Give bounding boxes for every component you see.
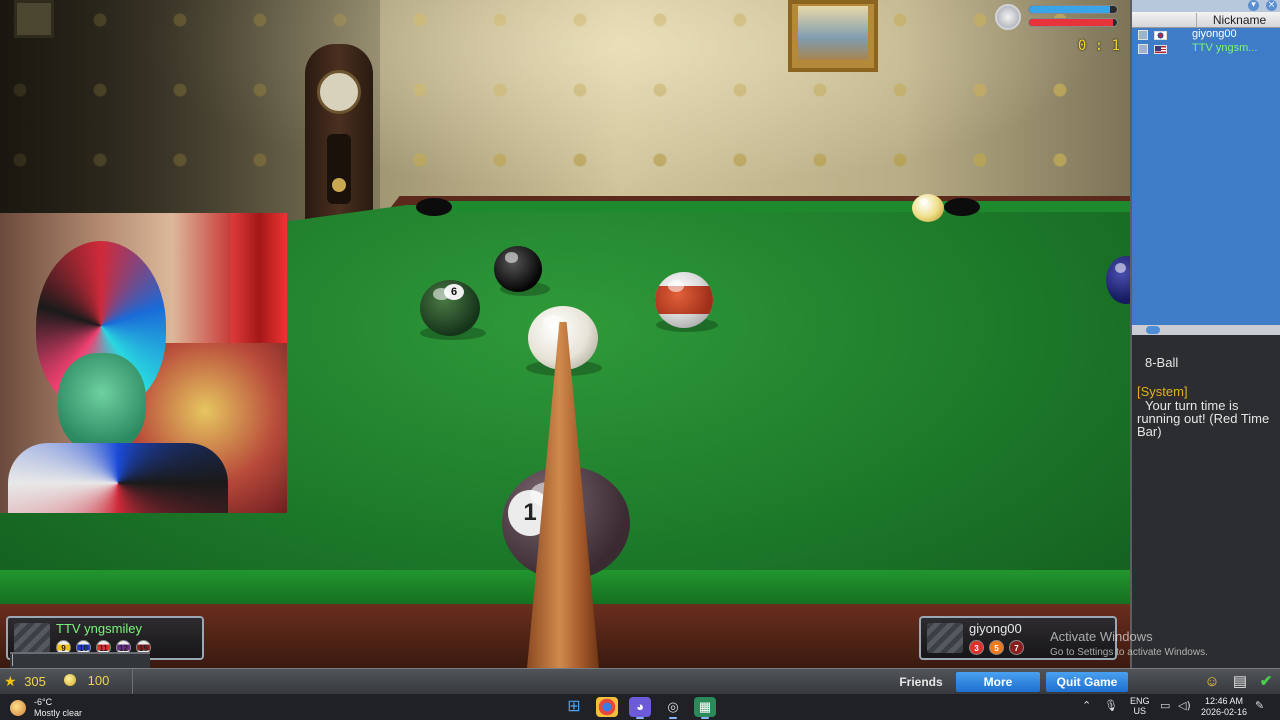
activation-watermark: Activate Windows Go to Settings to activ… (1050, 629, 1208, 658)
splitter-grip[interactable] (1146, 326, 1160, 334)
chevron-up-icon[interactable]: ⌃ (1082, 699, 1091, 712)
user-icon (1138, 30, 1148, 40)
pool-table-scene[interactable]: 6 1 0 : 1 TTV yngsmiley 9 10 11 12 15 gi… (0, 0, 1130, 668)
chat-log: 8-Ball [System] Your turn time is runnin… (1132, 335, 1280, 655)
more-button[interactable]: More (956, 672, 1040, 692)
chat-input[interactable] (10, 652, 150, 668)
player-nickname: giyong00 (1192, 28, 1237, 40)
app-icon[interactable]: ◎ (662, 697, 684, 719)
clock-date: 2026-02-16 (1200, 707, 1248, 717)
temperature: -6°C (34, 697, 53, 707)
clock-time: 12:46 AM (1204, 696, 1244, 706)
player-list[interactable]: giyong00 TTV yngsm... (1132, 28, 1280, 325)
ball-chip-3: 3 (969, 640, 984, 655)
system-tag: [System] (1137, 384, 1188, 399)
red-stripe-ball (655, 272, 713, 328)
coins-count: 100 (87, 673, 110, 688)
user-icon (1138, 44, 1148, 54)
pocket (944, 198, 980, 216)
chat-room-name: 8-Ball (1145, 355, 1179, 370)
chat-bubble-icon[interactable]: ▤ (1230, 672, 1250, 692)
minimize-icon[interactable]: ▾ (1248, 0, 1259, 11)
panel-splitter[interactable] (1132, 325, 1280, 335)
coin-icon (64, 674, 76, 686)
game-bottom-bar: ★ 305 100 Friends More Quit Game ☺ ▤ ✔ (0, 668, 1280, 695)
avatar (927, 623, 963, 653)
pocket (416, 198, 452, 216)
system-clock[interactable]: 12:46 AM 2026-02-16 (1196, 696, 1252, 718)
stars-count: 305 (24, 674, 46, 689)
watermark-title: Activate Windows (1050, 629, 1153, 644)
flag-kr-icon (1154, 31, 1167, 40)
nickname-column-header[interactable]: Nickname (1196, 13, 1280, 27)
chrome-icon[interactable] (596, 697, 618, 717)
ball-chip-5: 5 (989, 640, 1004, 655)
volume-icon[interactable]: ◁) (1178, 699, 1191, 712)
region-code: US (1133, 706, 1147, 716)
wall-painting (788, 0, 878, 72)
game-window: 6 1 0 : 1 TTV yngsmiley 9 10 11 12 15 gi… (0, 0, 1280, 720)
network-icon[interactable]: ▭ (1160, 699, 1170, 712)
start-icon[interactable]: ⊞ (563, 697, 585, 717)
player-list-header[interactable]: Nickname (1132, 12, 1280, 28)
ball-chip-7: 7 (1009, 640, 1024, 655)
send-check-icon[interactable]: ✔ (1256, 672, 1276, 692)
stars-display: ★ 305 (4, 673, 46, 690)
emoticon-icon[interactable]: ☺ (1202, 672, 1222, 692)
coins-display: 100 (64, 673, 109, 688)
turn-timer-bar (1028, 5, 1118, 14)
green-ball: 6 (420, 280, 480, 336)
wall-picture-small (14, 0, 54, 38)
lang-code: ENG (1130, 696, 1150, 706)
ball-number: 6 (444, 284, 464, 300)
list-item[interactable]: giyong00 (1132, 28, 1280, 42)
player-name: giyong00 (969, 621, 1022, 636)
notification-icon[interactable]: ✎ (1255, 699, 1264, 712)
game-app-icon[interactable]: ▦ (694, 697, 716, 719)
list-item[interactable]: TTV yngsm... (1132, 42, 1280, 56)
friends-button[interactable]: Friends (892, 672, 950, 692)
match-score: 0 : 1 (1077, 38, 1121, 54)
microphone-icon[interactable]: 🎙 (1104, 699, 1118, 712)
player-nickname: TTV yngsm... (1192, 42, 1258, 54)
yellow-ball (912, 194, 944, 222)
os-taskbar: -6°C Mostly clear ⊞ ◕ ◎ ▦ ⌃ 🎙 ENG US ▭ ◁… (0, 694, 1280, 720)
far-cushion (430, 198, 1130, 212)
weather-condition: Mostly clear (34, 708, 83, 718)
turn-timer-icon (995, 4, 1021, 30)
discord-icon[interactable]: ◕ (629, 697, 651, 719)
flag-us-icon (1154, 45, 1167, 54)
star-icon: ★ (4, 673, 17, 689)
panel-titlebar: ▾ × (1132, 0, 1280, 12)
webcam-overlay (0, 213, 287, 513)
player-name: TTV yngsmiley (56, 621, 142, 636)
red-time-bar (1028, 18, 1118, 27)
system-message: Your turn time is running out! (Red Time… (1137, 398, 1270, 439)
side-panel: ▾ × Nickname giyong00 TTV yngsm... 8-Bal… (1130, 0, 1280, 668)
close-icon[interactable]: × (1266, 0, 1277, 11)
avatar (14, 623, 50, 653)
language-indicator[interactable]: ENG US (1130, 696, 1150, 716)
quit-game-button[interactable]: Quit Game (1046, 672, 1128, 692)
weather-icon (10, 700, 26, 716)
grandfather-clock (305, 44, 373, 224)
remaining-balls: 357 (969, 640, 1024, 655)
watermark-subtitle: Go to Settings to activate Windows. (1050, 647, 1208, 658)
eight-ball (494, 246, 542, 292)
